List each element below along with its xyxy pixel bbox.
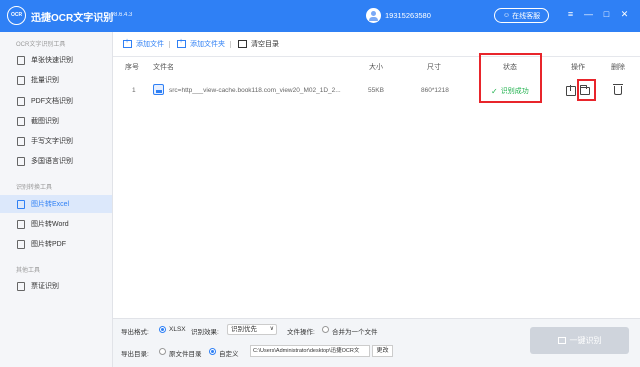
format-xlsx-label: XLSX (169, 326, 186, 333)
column-header-delete: 删除 (611, 64, 625, 71)
row-size: 55KB (368, 87, 384, 94)
app-version: v8.6.4.3 (111, 12, 133, 18)
file-operation-label: 文件操作: (287, 329, 315, 336)
menu-icon[interactable]: ≡ (565, 9, 576, 20)
column-header-dimensions: 尺寸 (427, 64, 441, 71)
online-service-label: 在线客服 (512, 12, 541, 20)
sidebar-item-single-recognition[interactable]: 单张快速识别 (0, 51, 112, 69)
app-logo: OCR (7, 6, 26, 25)
export-format-label: 导出格式: (121, 329, 149, 336)
maximize-icon[interactable]: □ (601, 9, 612, 20)
sidebar: OCR文字识别工具 单张快速识别 批量识别 PDF文档识别 截图识别 手写文字识… (0, 32, 113, 367)
excel-icon (17, 199, 25, 209)
original-dir-label: 原文件目录 (169, 351, 202, 358)
effect-select[interactable]: 识别优先 ∨ (227, 324, 277, 335)
sidebar-item-screenshot-recognition[interactable]: 截图识别 (0, 112, 112, 130)
add-folder-button[interactable]: 添加文件夹 (177, 38, 225, 49)
pdf-icon (17, 239, 25, 249)
minimize-icon[interactable]: — (583, 9, 594, 20)
sidebar-item-label: 手写文字识别 (31, 138, 73, 145)
status-highlight-box (479, 53, 542, 103)
row-dimensions: 860*1218 (421, 87, 449, 94)
sidebar-item-label: 截图识别 (31, 118, 59, 125)
output-dir-label: 导出目录: (121, 351, 149, 358)
add-file-label: 添加文件 (136, 41, 164, 48)
row-index: 1 (132, 87, 136, 94)
effect-label: 识别效果: (191, 329, 219, 336)
image-file-icon (153, 84, 164, 95)
sidebar-item-label: 图片转Word (31, 221, 69, 228)
column-header-filename: 文件名 (153, 64, 174, 71)
column-header-actions: 操作 (571, 64, 585, 71)
scan-icon (557, 337, 566, 344)
sidebar-item-label: 单张快速识别 (31, 57, 73, 64)
recognize-button-label: 一键识别 (569, 336, 602, 345)
main-panel: 添加文件 添加文件夹 清空目录 (113, 32, 640, 367)
sidebar-item-label: 批量识别 (31, 77, 59, 84)
clear-list-button[interactable]: 清空目录 (238, 39, 279, 49)
close-icon[interactable]: ✕ (619, 9, 630, 20)
globe-icon (17, 156, 25, 166)
export-icon[interactable] (566, 85, 576, 96)
add-folder-icon (177, 38, 186, 48)
sidebar-item-multilanguage-recognition[interactable]: 多国语言识别 (0, 152, 112, 170)
user-phone[interactable]: 19315263580 (385, 11, 431, 20)
add-file-icon (123, 38, 132, 48)
toolbar-divider-line (113, 56, 640, 57)
image-icon (17, 55, 25, 65)
sidebar-item-image-to-pdf[interactable]: 图片转PDF (0, 235, 112, 253)
sidebar-item-handwriting-recognition[interactable]: 手写文字识别 (0, 132, 112, 150)
delete-icon[interactable] (613, 84, 623, 95)
handwriting-icon (17, 136, 25, 146)
sidebar-section-title: 识别转换工具 (16, 185, 53, 191)
format-xlsx-radio[interactable] (159, 326, 166, 333)
ticket-icon (17, 281, 25, 291)
online-service-button[interactable]: ☺ 在线客服 (494, 8, 549, 23)
column-header-index: 序号 (125, 64, 139, 71)
original-dir-radio[interactable] (159, 348, 166, 355)
chevron-down-icon: ∨ (269, 326, 274, 332)
folder-highlight-box (577, 79, 596, 101)
pdf-icon (17, 96, 25, 106)
title-bar: OCR 迅捷OCR文字识别 v8.6.4.3 19315263580 ☺ 在线客… (0, 0, 640, 32)
sidebar-item-label: 多国语言识别 (31, 158, 73, 165)
sidebar-item-image-to-excel[interactable]: 图片转Excel (0, 195, 112, 213)
toolbar-divider (230, 41, 231, 48)
sidebar-item-ticket-recognition[interactable]: 票证识别 (0, 277, 112, 295)
sidebar-item-label: 图片转PDF (31, 241, 66, 248)
sidebar-section-title: 其他工具 (16, 268, 41, 274)
app-title: 迅捷OCR文字识别 (31, 13, 114, 24)
output-path-input[interactable]: C:\Users\Administrator\desktop\迅捷OCR文 (250, 345, 370, 357)
sidebar-item-label: 图片转Excel (31, 201, 70, 208)
custom-dir-radio[interactable] (209, 348, 216, 355)
batch-icon (17, 75, 25, 85)
add-file-button[interactable]: 添加文件 (123, 38, 164, 49)
screenshot-icon (17, 116, 25, 126)
change-path-button[interactable]: 更改 (372, 345, 393, 357)
sidebar-section-title: OCR文字识别工具 (16, 42, 66, 48)
sidebar-item-pdf-recognition[interactable]: PDF文档识别 (0, 92, 112, 110)
sidebar-item-image-to-word[interactable]: 图片转Word (0, 215, 112, 233)
effect-select-value: 识别优先 (231, 326, 257, 333)
clear-list-label: 清空目录 (251, 41, 279, 48)
add-folder-label: 添加文件夹 (190, 41, 225, 48)
sidebar-item-batch-recognition[interactable]: 批量识别 (0, 71, 112, 89)
toolbar-divider (169, 41, 170, 48)
user-avatar-icon[interactable] (366, 8, 381, 23)
row-filename[interactable]: src=http___view-cache.book118.com_view20… (169, 87, 349, 94)
word-icon (17, 219, 25, 229)
headset-icon: ☺ (502, 12, 511, 19)
column-header-size: 大小 (369, 64, 383, 71)
custom-dir-label: 自定义 (219, 351, 239, 358)
recognize-button[interactable]: 一键识别 (530, 327, 629, 354)
merge-file-radio[interactable] (322, 326, 329, 333)
sidebar-item-label: 票证识别 (31, 283, 59, 290)
merge-file-label: 合并为一个文件 (332, 329, 378, 336)
sidebar-item-label: PDF文档识别 (31, 98, 73, 105)
trash-icon (238, 40, 247, 48)
